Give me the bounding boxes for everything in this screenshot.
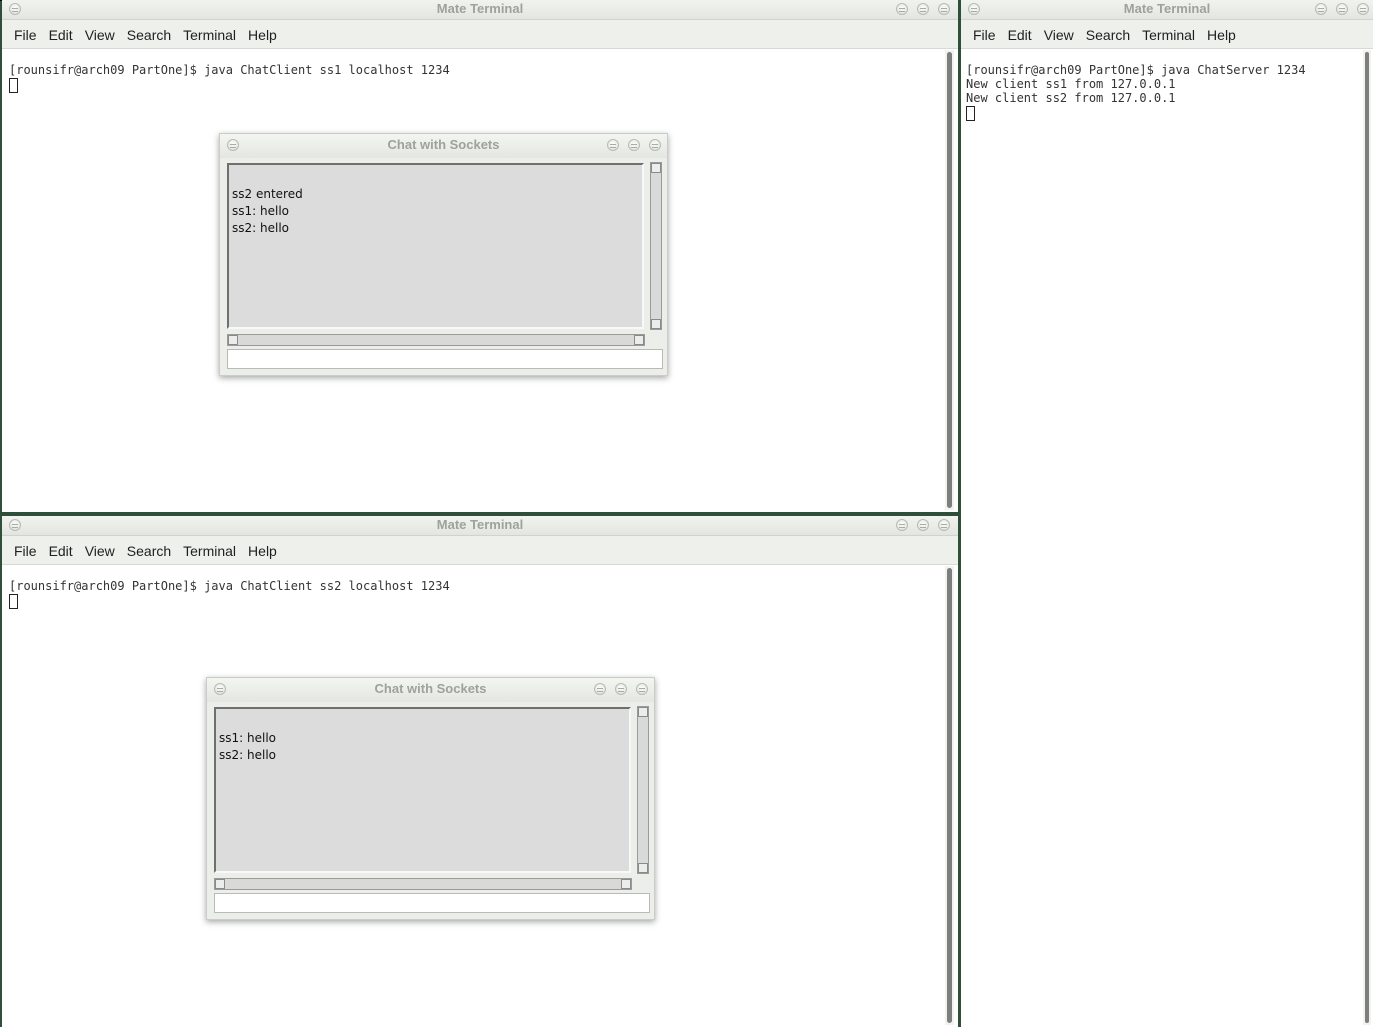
terminal-line: New client ss1 from 127.0.0.1 <box>966 77 1176 91</box>
terminal-cursor-line <box>9 77 942 93</box>
close-icon[interactable] <box>938 3 950 15</box>
terminal-cursor-line <box>9 593 942 609</box>
menu-view[interactable]: View <box>79 20 121 50</box>
close-icon[interactable] <box>636 683 648 695</box>
menu-search[interactable]: Search <box>121 536 177 566</box>
window-title: Mate Terminal <box>1123 1 1211 16</box>
menu-terminal[interactable]: Terminal <box>177 20 242 50</box>
minimize-icon[interactable] <box>594 683 606 695</box>
chat-titlebar[interactable]: Chat with Sockets <box>220 134 667 158</box>
chat-horizontal-scrollbar[interactable] <box>227 334 645 346</box>
vertical-scrollbar[interactable] <box>1363 50 1371 1025</box>
window-title: Mate Terminal <box>436 1 524 16</box>
chat-messages[interactable]: ss1: hello ss2: hello <box>214 707 631 873</box>
chat-line: ss2: hello <box>219 748 276 762</box>
menu-file[interactable]: File <box>8 20 43 50</box>
menubar: File Edit View Search Terminal Help <box>961 20 1373 49</box>
titlebar[interactable]: Mate Terminal <box>961 0 1373 20</box>
chat-line <box>232 169 642 186</box>
menu-file[interactable]: File <box>8 536 43 566</box>
menu-edit[interactable]: Edit <box>43 20 79 50</box>
terminal-window-client-ss2[interactable]: Mate Terminal File Edit View Search Terminal… <box>2 516 958 1027</box>
chat-message-input[interactable] <box>214 893 650 913</box>
scroll-thumb[interactable] <box>947 568 952 1023</box>
vertical-scrollbar[interactable] <box>945 566 954 1025</box>
close-icon[interactable] <box>649 139 661 151</box>
minimize-icon[interactable] <box>607 139 619 151</box>
chat-horizontal-scrollbar[interactable] <box>214 878 632 890</box>
scroll-down-arrow-icon[interactable] <box>651 319 661 329</box>
chat-titlebar[interactable]: Chat with Sockets <box>207 678 654 702</box>
maximize-icon[interactable] <box>628 139 640 151</box>
menu-terminal[interactable]: Terminal <box>1136 20 1201 50</box>
chat-dialog-ss1[interactable]: Chat with Sockets ss2 entered ss1: hello… <box>219 133 668 376</box>
menu-view[interactable]: View <box>79 536 121 566</box>
scroll-down-arrow-icon[interactable] <box>638 863 648 873</box>
menu-help[interactable]: Help <box>1201 20 1242 50</box>
menu-search[interactable]: Search <box>1080 20 1136 50</box>
chat-message-input[interactable] <box>227 349 663 369</box>
scroll-up-arrow-icon[interactable] <box>638 707 648 717</box>
scroll-thumb[interactable] <box>1365 52 1369 1023</box>
chat-dialog-ss2[interactable]: Chat with Sockets ss1: hello ss2: hello <box>206 677 655 920</box>
titlebar[interactable]: Mate Terminal <box>2 516 958 536</box>
scroll-right-arrow-icon[interactable] <box>634 335 644 345</box>
chat-messages[interactable]: ss2 entered ss1: hello ss2: hello <box>227 163 644 329</box>
text-cursor <box>9 78 18 93</box>
menu-search[interactable]: Search <box>121 20 177 50</box>
chat-line: ss2 entered <box>232 187 303 201</box>
menu-view[interactable]: View <box>1038 20 1080 50</box>
chat-line <box>219 713 629 730</box>
window-title: Mate Terminal <box>436 517 524 532</box>
menubar: File Edit View Search Terminal Help <box>2 20 958 49</box>
scroll-left-arrow-icon[interactable] <box>215 879 225 889</box>
terminal-output[interactable]: [rounsifr@arch09 PartOne]$ java ChatServ… <box>961 49 1359 1027</box>
minimize-icon[interactable] <box>1315 3 1327 15</box>
titlebar[interactable]: Mate Terminal <box>2 0 958 20</box>
minimize-icon[interactable] <box>896 519 908 531</box>
chat-line: ss1: hello <box>232 204 289 218</box>
scroll-up-arrow-icon[interactable] <box>651 163 661 173</box>
scroll-right-arrow-icon[interactable] <box>621 879 631 889</box>
terminal-window-server[interactable]: Mate Terminal File Edit View Search Terminal… <box>961 0 1373 1027</box>
terminal-cursor-line <box>966 105 1359 121</box>
terminal-window-client-ss1[interactable]: Mate Terminal File Edit View Search Terminal… <box>2 0 958 512</box>
scroll-thumb[interactable] <box>947 52 952 508</box>
terminal-line: [rounsifr@arch09 PartOne]$ java ChatServ… <box>966 63 1306 77</box>
terminal-line: New client ss2 from 127.0.0.1 <box>966 91 1176 105</box>
text-cursor <box>9 594 18 609</box>
text-cursor <box>966 106 975 121</box>
menu-edit[interactable]: Edit <box>1002 20 1038 50</box>
chat-vertical-scrollbar[interactable] <box>650 162 662 330</box>
chat-title: Chat with Sockets <box>387 137 500 152</box>
menu-help[interactable]: Help <box>242 20 283 50</box>
menu-help[interactable]: Help <box>242 536 283 566</box>
terminal-line: [rounsifr@arch09 PartOne]$ java ChatClie… <box>9 579 450 593</box>
close-icon[interactable] <box>938 519 950 531</box>
maximize-icon[interactable] <box>615 683 627 695</box>
menu-terminal[interactable]: Terminal <box>177 536 242 566</box>
chat-line: ss2: hello <box>232 221 289 235</box>
maximize-icon[interactable] <box>917 519 929 531</box>
scroll-left-arrow-icon[interactable] <box>228 335 238 345</box>
menu-file[interactable]: File <box>967 20 1002 50</box>
menu-edit[interactable]: Edit <box>43 536 79 566</box>
maximize-icon[interactable] <box>1336 3 1348 15</box>
menubar: File Edit View Search Terminal Help <box>2 536 958 565</box>
chat-line: ss1: hello <box>219 731 276 745</box>
chat-vertical-scrollbar[interactable] <box>637 706 649 874</box>
close-icon[interactable] <box>1357 3 1369 15</box>
vertical-scrollbar[interactable] <box>945 50 954 510</box>
terminal-line: [rounsifr@arch09 PartOne]$ java ChatClie… <box>9 63 450 77</box>
chat-title: Chat with Sockets <box>374 681 487 696</box>
minimize-icon[interactable] <box>896 3 908 15</box>
maximize-icon[interactable] <box>917 3 929 15</box>
